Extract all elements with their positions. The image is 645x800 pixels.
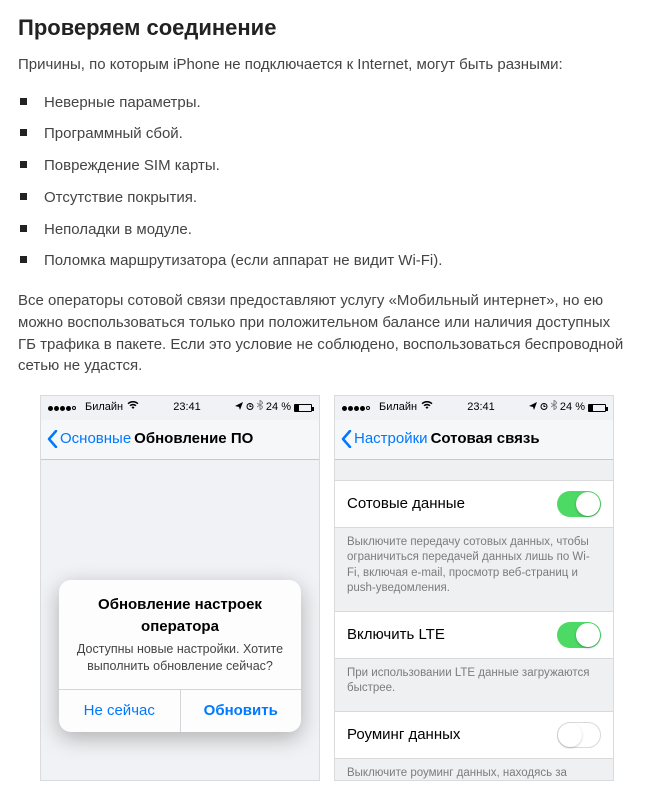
alert-message: Доступны новые настройки. Хотите выполни… [59, 641, 301, 689]
bluetooth-icon [257, 400, 263, 416]
alarm-icon [246, 400, 254, 416]
nav-title: Обновление ПО [134, 428, 253, 450]
causes-list: Неверные параметры. Программный сбой. По… [18, 92, 627, 273]
list-item: Поломка маршрутизатора (если аппарат не … [18, 250, 627, 272]
chevron-left-icon [47, 430, 58, 448]
chevron-left-icon [341, 430, 352, 448]
battery-pct-label: 24 % [560, 400, 585, 416]
carrier-label: Билайн [85, 400, 123, 416]
phone-left: Билайн 23:41 24 % [40, 395, 320, 781]
alert-ok-button[interactable]: Обновить [181, 690, 302, 732]
outro-text: Все операторы сотовой связи предоставляю… [18, 290, 627, 377]
phone-screenshots: Билайн 23:41 24 % [18, 395, 627, 781]
nav-bar: Настройки Сотовая связь [335, 420, 613, 460]
wifi-icon [127, 400, 139, 416]
status-bar: Билайн 23:41 24 % [335, 396, 613, 420]
wifi-icon [421, 400, 433, 416]
list-item: Неполадки в модуле. [18, 219, 627, 241]
row-label: Сотовые данные [347, 493, 465, 515]
list-item: Программный сбой. [18, 123, 627, 145]
list-item: Отсутствие покрытия. [18, 187, 627, 209]
cellular-data-toggle[interactable] [557, 491, 601, 517]
nav-back-button[interactable]: Основные [47, 428, 131, 450]
nav-back-button[interactable]: Настройки [341, 428, 428, 450]
alert-title: Обновление настроек оператора [59, 580, 301, 642]
roaming-footer: Выключите роуминг данных, находясь за гр… [335, 759, 613, 780]
location-icon [235, 400, 243, 416]
carrier-label: Билайн [379, 400, 417, 416]
nav-title: Сотовая связь [431, 428, 540, 450]
battery-icon [588, 404, 606, 412]
cellular-data-footer: Выключите передачу сотовых данных, чтобы… [335, 528, 613, 611]
page-heading: Проверяем соединение [18, 12, 627, 44]
roaming-toggle[interactable] [557, 722, 601, 748]
lte-footer: При использовании LTE данные загружаются… [335, 659, 613, 711]
nav-back-label: Настройки [354, 428, 428, 450]
alert-cancel-button[interactable]: Не сейчас [59, 690, 181, 732]
list-item: Неверные параметры. [18, 92, 627, 114]
status-bar: Билайн 23:41 24 % [41, 396, 319, 420]
alarm-icon [540, 400, 548, 416]
lte-toggle[interactable] [557, 622, 601, 648]
signal-dots-icon [342, 406, 370, 411]
nav-bar: Основные Обновление ПО [41, 420, 319, 460]
clock-label: 23:41 [173, 400, 201, 416]
cellular-data-row[interactable]: Сотовые данные [335, 480, 613, 528]
row-label: Включить LTE [347, 624, 445, 646]
nav-back-label: Основные [60, 428, 131, 450]
battery-icon [294, 404, 312, 412]
list-item: Повреждение SIM карты. [18, 155, 627, 177]
battery-pct-label: 24 % [266, 400, 291, 416]
roaming-row[interactable]: Роуминг данных [335, 711, 613, 759]
alert-dialog: Обновление настроек оператора Доступны н… [59, 580, 301, 732]
location-icon [529, 400, 537, 416]
signal-dots-icon [48, 406, 76, 411]
phone-right: Билайн 23:41 24 % [334, 395, 614, 781]
intro-text: Причины, по которым iPhone не подключает… [18, 54, 627, 76]
bluetooth-icon [551, 400, 557, 416]
row-label: Роуминг данных [347, 724, 460, 746]
clock-label: 23:41 [467, 400, 495, 416]
lte-row[interactable]: Включить LTE [335, 611, 613, 659]
